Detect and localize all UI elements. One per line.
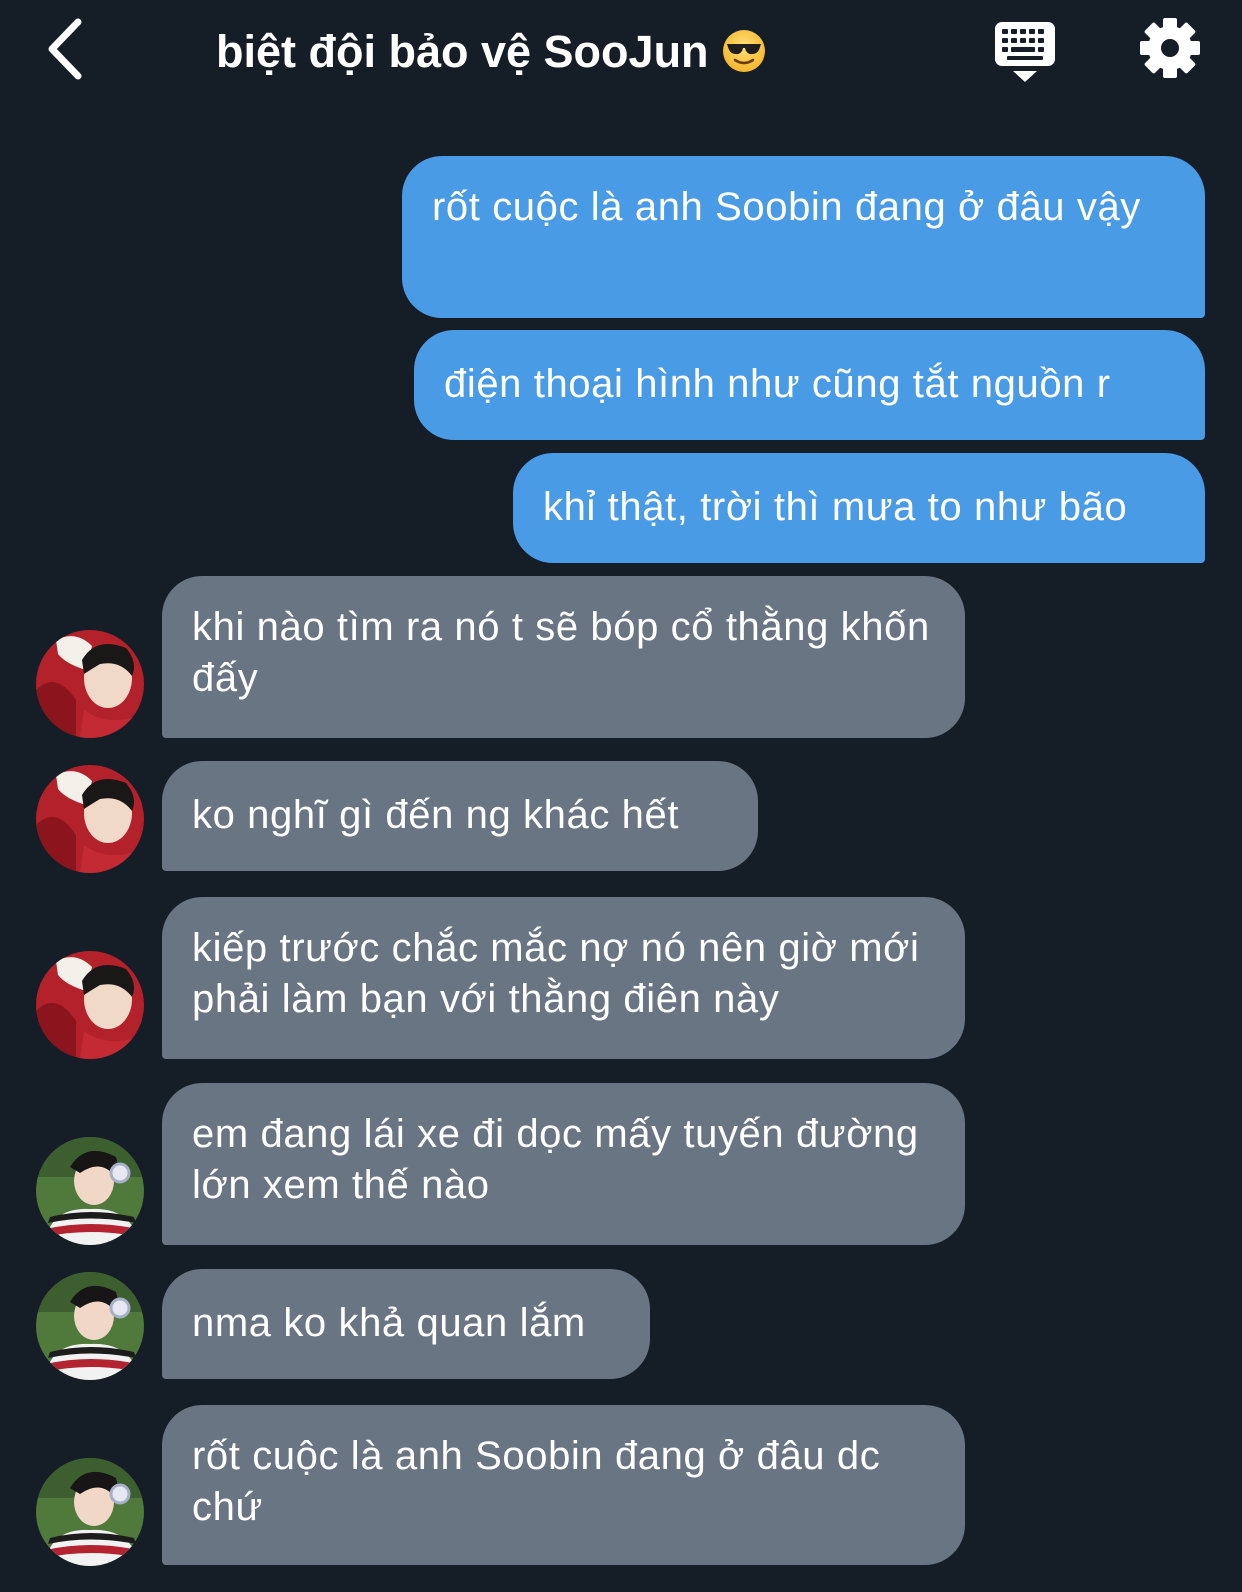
- message-incoming[interactable]: ko nghĩ gì đến ng khác hết: [162, 761, 758, 871]
- chat-header: biệt đội bảo vệ SooJun: [0, 0, 1242, 110]
- avatar[interactable]: [36, 1272, 144, 1380]
- message-text: kiếp trước chắc mắc nợ nó nên giờ mới ph…: [192, 926, 920, 1021]
- message-text: ko nghĩ gì đến ng khác hết: [192, 793, 680, 837]
- message-incoming[interactable]: kiếp trước chắc mắc nợ nó nên giờ mới ph…: [162, 897, 965, 1059]
- message-text: em đang lái xe đi dọc mấy tuyến đường lớ…: [192, 1112, 919, 1207]
- message-outgoing[interactable]: khỉ thật, trời thì mưa to như bão: [513, 453, 1205, 563]
- message-text: khỉ thật, trời thì mưa to như bão: [543, 485, 1128, 529]
- message-incoming[interactable]: em đang lái xe đi dọc mấy tuyến đường lớ…: [162, 1083, 965, 1245]
- chat-title[interactable]: biệt đội bảo vệ SooJun: [216, 20, 767, 90]
- gear-icon: [1140, 18, 1200, 78]
- avatar-striped-sweater: [36, 1458, 144, 1566]
- avatar-red-sweater: [36, 951, 144, 1059]
- smiling-face-with-sunglasses-icon: [722, 30, 765, 73]
- avatar[interactable]: [36, 765, 144, 873]
- message-incoming[interactable]: khi nào tìm ra nó t sẽ bóp cổ thằng khốn…: [162, 576, 965, 738]
- back-button[interactable]: [38, 14, 98, 84]
- avatar-striped-sweater: [36, 1272, 144, 1380]
- avatar[interactable]: [36, 1137, 144, 1245]
- avatar[interactable]: [36, 951, 144, 1059]
- message-text: điện thoại hình như cũng tắt nguồn r: [444, 362, 1111, 406]
- keyboard-icon: [995, 22, 1055, 82]
- message-text: rốt cuộc là anh Soobin đang ở đâu dc chứ: [192, 1434, 881, 1529]
- avatar-red-sweater: [36, 765, 144, 873]
- chevron-left-icon: [48, 18, 82, 80]
- message-incoming[interactable]: nma ko khả quan lắm: [162, 1269, 650, 1379]
- message-incoming[interactable]: rốt cuộc là anh Soobin đang ở đâu dc chứ: [162, 1405, 965, 1565]
- chat-screen: biệt đội bảo vệ SooJun rốt cuộc là anh S…: [0, 0, 1242, 1592]
- message-outgoing[interactable]: rốt cuộc là anh Soobin đang ở đâu vậy: [402, 156, 1205, 318]
- avatar[interactable]: [36, 630, 144, 738]
- avatar-red-sweater: [36, 630, 144, 738]
- avatar-striped-sweater: [36, 1137, 144, 1245]
- message-text: rốt cuộc là anh Soobin đang ở đâu vậy: [432, 185, 1141, 229]
- avatar[interactable]: [36, 1458, 144, 1566]
- settings-button[interactable]: [1138, 16, 1202, 80]
- message-text: nma ko khả quan lắm: [192, 1301, 586, 1345]
- message-outgoing[interactable]: điện thoại hình như cũng tắt nguồn r: [414, 330, 1205, 440]
- message-text: khi nào tìm ra nó t sẽ bóp cổ thằng khốn…: [192, 605, 930, 700]
- keyboard-button[interactable]: [993, 18, 1057, 84]
- chat-title-text: biệt đội bảo vệ SooJun: [216, 26, 709, 77]
